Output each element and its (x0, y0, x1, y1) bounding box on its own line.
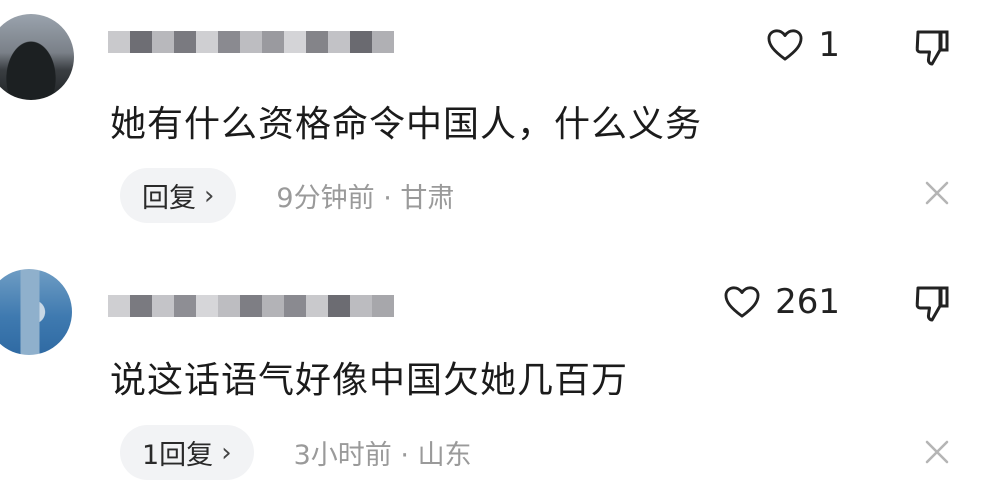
reply-row: 1回复 › 3小时前 · 山东 (120, 425, 472, 480)
comment-text: 说这话语气好像中国欠她几百万 (110, 360, 629, 401)
comment-time: 3小时前 (293, 440, 392, 471)
reply-label: 1回复 (142, 440, 214, 471)
chevron-right-icon: › (221, 437, 232, 468)
avatar[interactable] (0, 14, 74, 100)
chevron-right-icon: › (204, 180, 215, 211)
like-count: 261 (775, 282, 840, 322)
like-count: 1 (818, 25, 840, 65)
avatar[interactable] (0, 269, 72, 355)
heart-icon[interactable] (723, 285, 761, 319)
dislike-icon[interactable] (914, 28, 950, 68)
meta-separator: · (400, 440, 409, 471)
comment-item: 1 她有什么资格命令中国人，什么义务 回复 › 9分钟前 · 甘肃 (0, 0, 1000, 245)
close-icon[interactable] (924, 180, 950, 206)
comment-location: 山东 (417, 440, 472, 471)
like-control[interactable]: 261 (723, 285, 840, 319)
comment-meta: 3小时前 · 山东 (294, 433, 472, 472)
username-blurred[interactable] (108, 286, 408, 326)
heart-icon[interactable] (766, 28, 804, 62)
reply-row: 回复 › 9分钟前 · 甘肃 (120, 168, 454, 223)
reply-button[interactable]: 回复 › (120, 168, 237, 223)
close-icon[interactable] (924, 439, 950, 465)
comment-time: 9分钟前 (276, 183, 375, 214)
dislike-icon[interactable] (914, 284, 950, 324)
reply-label: 回复 (142, 183, 196, 214)
comment-item: 261 说这话语气好像中国欠她几百万 1回复 › 3小时前 · 山东 (0, 245, 1000, 486)
meta-separator: · (383, 183, 392, 214)
username-blurred[interactable] (108, 22, 408, 62)
comment-text: 她有什么资格命令中国人，什么义务 (110, 104, 703, 145)
reply-button[interactable]: 1回复 › (120, 425, 254, 480)
like-control[interactable]: 1 (766, 28, 840, 62)
comment-location: 甘肃 (400, 183, 455, 214)
comment-meta: 9分钟前 · 甘肃 (276, 176, 454, 215)
